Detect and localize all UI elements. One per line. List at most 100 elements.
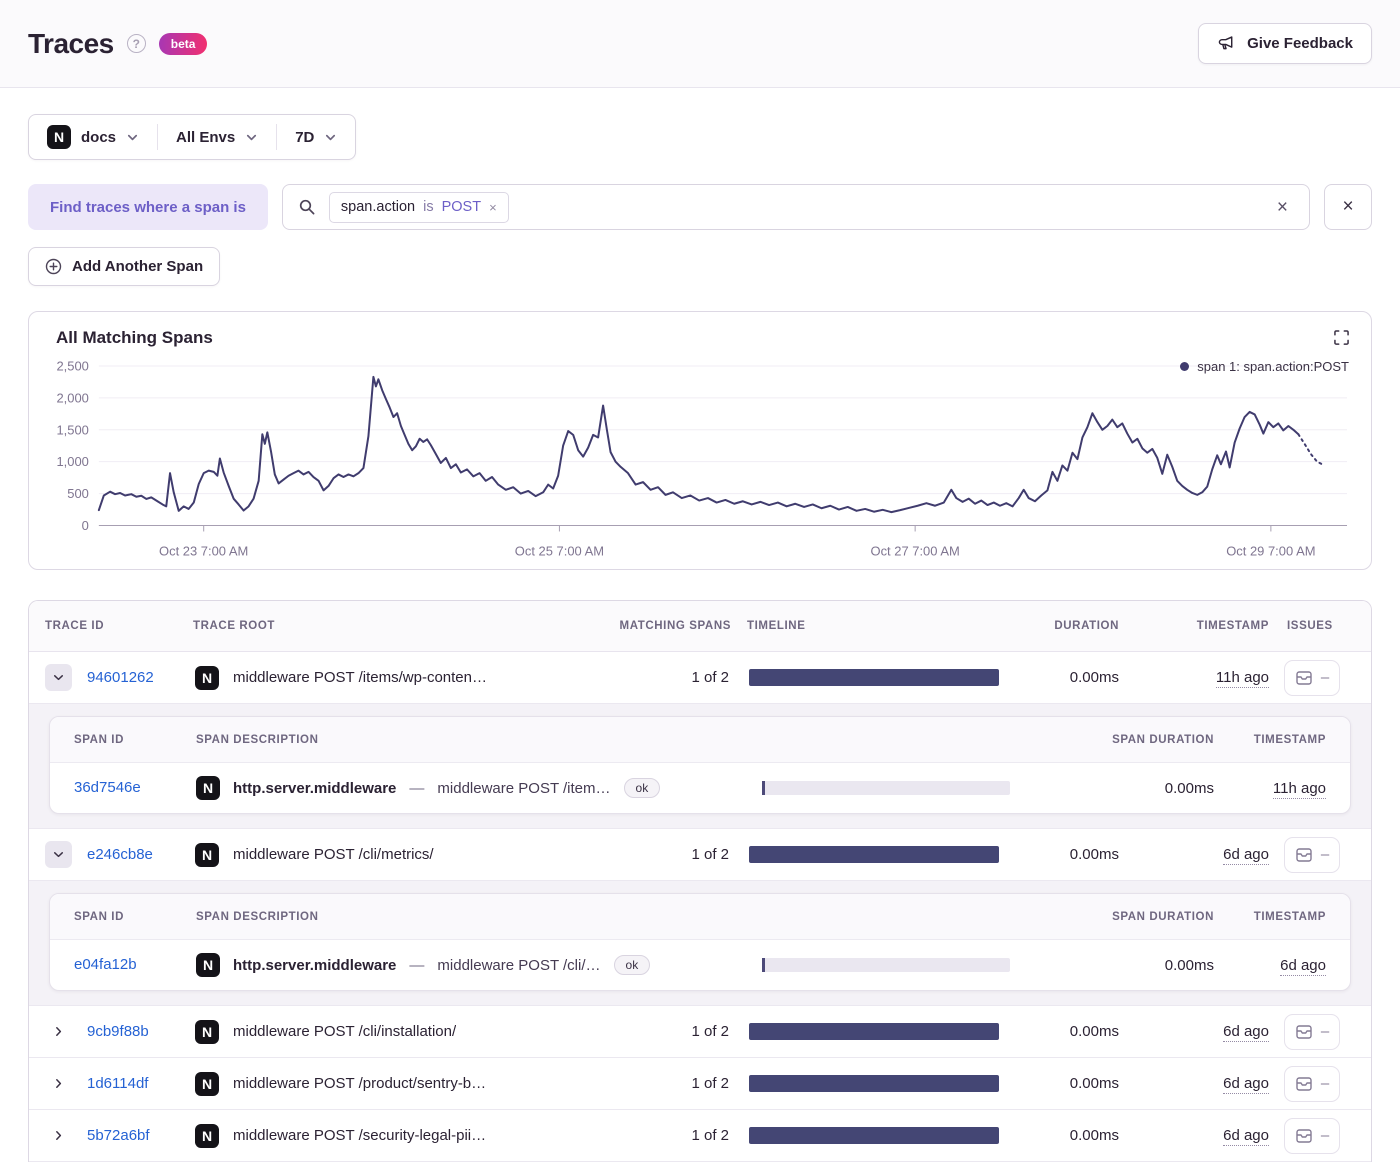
col-timestamp: TIMESTAMP <box>1196 620 1269 633</box>
chart-title: All Matching Spans <box>56 328 213 347</box>
trace-expand-button[interactable] <box>45 1070 72 1097</box>
span-timeline-bar[interactable] <box>762 781 1010 796</box>
trace-root-label: middleware POST /cli/metrics/ <box>233 846 434 864</box>
fullscreen-icon <box>1334 330 1349 345</box>
expanded-span-section: SPAN ID SPAN DESCRIPTION SPAN DURATION T… <box>29 881 1371 1007</box>
find-traces-label: Find traces where a span is <box>28 184 268 230</box>
col-span-duration: SPAN DURATION <box>1112 733 1214 746</box>
timestamp-value[interactable]: 11h ago <box>1215 669 1269 689</box>
chevron-right-icon <box>56 1131 62 1141</box>
timeline-bar[interactable] <box>749 1075 999 1093</box>
chevron-down-icon <box>54 852 63 858</box>
timeline-bar[interactable] <box>749 669 999 687</box>
issues-button[interactable]: – <box>1283 1065 1341 1102</box>
span-search-input[interactable] <box>521 197 1258 217</box>
timestamp-value[interactable]: 6d ago <box>1223 1075 1269 1095</box>
trace-id-link[interactable]: 94601262 <box>87 669 154 686</box>
svg-text:Oct 29 7:00 AM: Oct 29 7:00 AM <box>1226 543 1315 558</box>
date-range-filter[interactable]: 7D <box>277 115 355 159</box>
trace-root-label: middleware POST /items/wp-conten… <box>233 669 487 687</box>
dash-separator: — <box>409 956 425 974</box>
timestamp-value[interactable]: 6d ago <box>1223 1127 1269 1147</box>
svg-text:Oct 23 7:00 AM: Oct 23 7:00 AM <box>159 543 248 558</box>
timestamp-value[interactable]: 6d ago <box>1223 846 1269 866</box>
megaphone-icon <box>1218 36 1233 50</box>
svg-text:500: 500 <box>67 486 89 501</box>
col-duration: DURATION <box>1054 620 1119 633</box>
span-description-label: middleware POST /item… <box>437 779 611 797</box>
issues-button[interactable]: – <box>1283 836 1341 873</box>
token-value[interactable]: POST <box>442 199 481 215</box>
trace-expand-button[interactable] <box>45 841 72 869</box>
page-header: Traces ? beta Give Feedback <box>0 0 1400 88</box>
trace-row[interactable]: e246cb8e Nmiddleware POST /cli/metrics/ … <box>29 829 1371 882</box>
trace-row[interactable]: 5b72a6bf Nmiddleware POST /security-lega… <box>29 1110 1371 1162</box>
spans-line-chart[interactable]: 0 500 1,000 1,500 2,000 2,500 Oct 23 7:00 AM Oc… <box>47 358 1353 561</box>
span-table-header: SPAN ID SPAN DESCRIPTION SPAN DURATION T… <box>50 717 1350 764</box>
timeline-bar[interactable] <box>749 846 999 864</box>
nextjs-platform-icon: N <box>195 1071 219 1096</box>
page-title: Traces <box>28 27 114 59</box>
trace-root-label: middleware POST /security-legal-pii… <box>233 1127 487 1145</box>
add-another-span-button[interactable]: Add Another Span <box>28 247 221 286</box>
span-duration-value: 0.00ms <box>1164 956 1214 974</box>
legend-label: span 1: span.action:POST <box>1197 359 1349 374</box>
chevron-down-icon <box>247 134 257 140</box>
environment-filter[interactable]: All Envs <box>158 115 276 159</box>
span-timestamp-value[interactable]: 11h ago <box>1272 779 1326 799</box>
span-row[interactable]: e04fa12b Nhttp.server.middleware — middlew… <box>50 940 1350 990</box>
span-row[interactable]: 36d7546e Nhttp.server.middleware — middlew… <box>50 763 1350 813</box>
trace-id-link[interactable]: 9cb9f88b <box>87 1023 149 1040</box>
issues-button[interactable]: – <box>1283 1013 1341 1050</box>
token-key: span.action <box>340 199 416 215</box>
span-timeline-bar[interactable] <box>762 958 1010 973</box>
clear-search-button[interactable]: × <box>1271 196 1294 219</box>
span-card: SPAN ID SPAN DESCRIPTION SPAN DURATION T… <box>49 716 1351 815</box>
trace-row[interactable]: 1d6114df Nmiddleware POST /product/sentr… <box>29 1058 1371 1111</box>
svg-text:1,500: 1,500 <box>56 422 88 437</box>
date-range-filter-label: 7D <box>295 128 315 146</box>
duration-value: 0.00ms <box>1069 1127 1119 1145</box>
give-feedback-button[interactable]: Give Feedback <box>1198 23 1372 64</box>
trace-id-link[interactable]: 5b72a6bf <box>87 1127 150 1144</box>
help-icon[interactable]: ? <box>126 34 146 53</box>
give-feedback-label: Give Feedback <box>1247 35 1353 52</box>
nextjs-platform-icon: N <box>47 125 71 149</box>
duration-value: 0.00ms <box>1069 1075 1119 1093</box>
dash-separator: — <box>409 779 425 797</box>
expanded-span-section: SPAN ID SPAN DESCRIPTION SPAN DURATION T… <box>29 704 1371 830</box>
col-span-duration: SPAN DURATION <box>1112 910 1214 923</box>
timeline-bar[interactable] <box>749 1023 999 1041</box>
timeline-bar[interactable] <box>749 1127 999 1145</box>
search-filter-token[interactable]: span.action is POST × <box>328 191 509 223</box>
trace-row[interactable]: 9cb9f88b Nmiddleware POST /cli/installat… <box>29 1006 1371 1059</box>
trace-expand-button[interactable] <box>45 1122 72 1149</box>
trace-id-link[interactable]: 1d6114df <box>87 1075 148 1092</box>
span-timestamp-value[interactable]: 6d ago <box>1280 956 1326 976</box>
span-card: SPAN ID SPAN DESCRIPTION SPAN DURATION T… <box>49 893 1351 992</box>
span-id-link[interactable]: e04fa12b <box>74 956 137 973</box>
matching-spans-value: 1 of 2 <box>691 669 729 687</box>
col-timeline: TIMELINE <box>747 620 806 633</box>
svg-text:Oct 25 7:00 AM: Oct 25 7:00 AM <box>515 543 604 558</box>
issues-button[interactable]: – <box>1283 659 1341 696</box>
project-filter[interactable]: N docs <box>29 115 157 159</box>
chevron-right-icon <box>56 1079 62 1089</box>
issues-button[interactable]: – <box>1283 1117 1341 1154</box>
trace-id-link[interactable]: e246cb8e <box>87 846 153 863</box>
nextjs-platform-icon: N <box>196 776 220 801</box>
token-operator[interactable]: is <box>423 199 433 215</box>
span-search-bar[interactable]: span.action is POST × × <box>281 184 1310 230</box>
token-remove-icon[interactable]: × <box>489 200 497 215</box>
span-id-link[interactable]: 36d7546e <box>74 779 141 796</box>
trace-expand-button[interactable] <box>45 1018 72 1045</box>
timestamp-value[interactable]: 6d ago <box>1223 1023 1269 1043</box>
main-content: N docs All Envs 7D Find traces where a s… <box>0 88 1400 1162</box>
trace-row[interactable]: 94601262 Nmiddleware POST /items/wp-cont… <box>29 652 1371 705</box>
col-span-id: SPAN ID <box>74 910 124 923</box>
remove-span-condition-button[interactable]: × <box>1324 184 1372 230</box>
trace-expand-button[interactable] <box>45 664 72 692</box>
expand-chart-button[interactable] <box>1332 328 1351 350</box>
matching-spans-value: 1 of 2 <box>691 1127 729 1145</box>
span-op-label: http.server.middleware <box>233 779 397 797</box>
